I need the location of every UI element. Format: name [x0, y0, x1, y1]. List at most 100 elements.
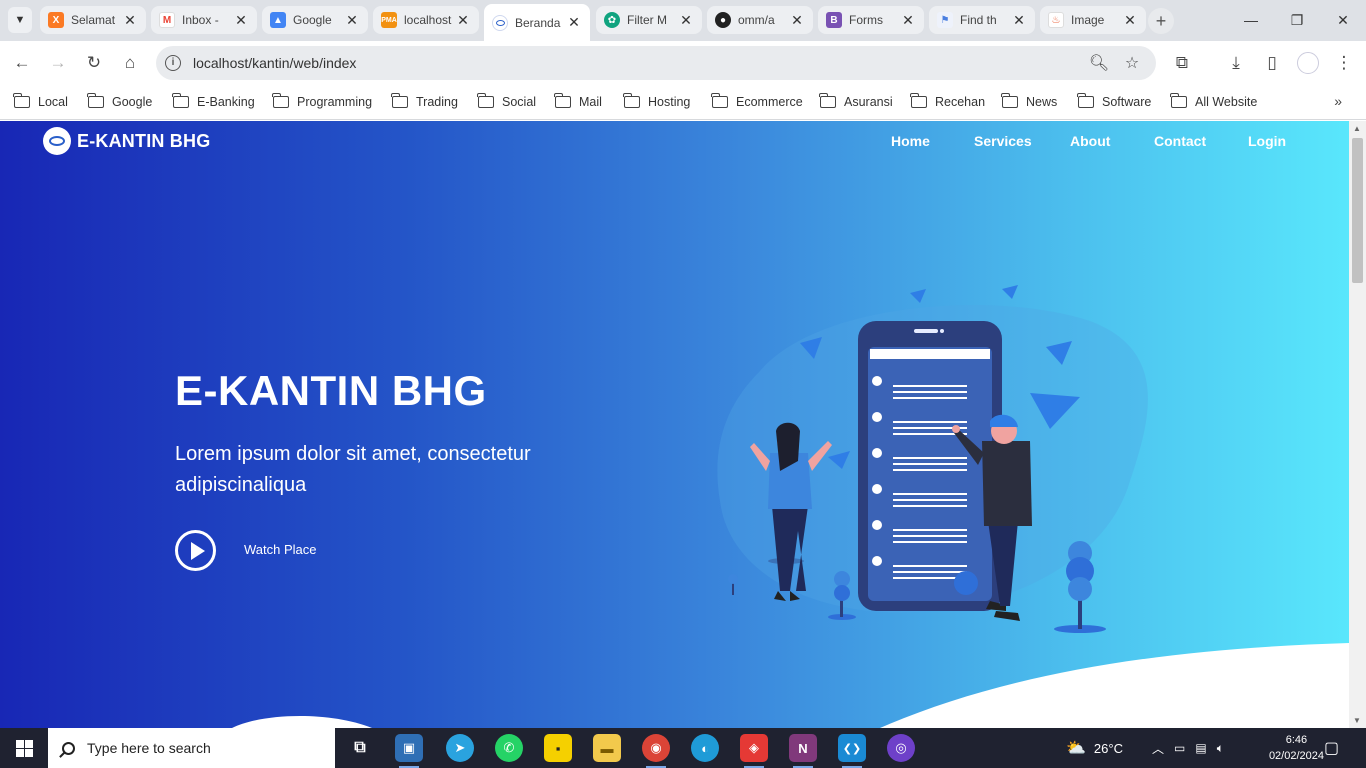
- bookmark-folder[interactable]: Ecommerce: [711, 93, 803, 111]
- new-tab-button[interactable]: +: [1148, 8, 1174, 34]
- folder-icon: [87, 93, 104, 108]
- meet-now-icon[interactable]: ▭: [1174, 741, 1185, 755]
- close-tab-icon[interactable]: ✕: [900, 12, 916, 29]
- minimize-icon[interactable]: —: [1228, 0, 1274, 40]
- forward-arrow-icon[interactable]: →: [44, 49, 72, 77]
- home-icon[interactable]: ⌂: [116, 49, 144, 77]
- nav-services[interactable]: Services: [974, 133, 1032, 149]
- bookmark-folder[interactable]: Google: [87, 93, 152, 111]
- folder-icon: [910, 93, 927, 108]
- download-icon[interactable]: ⤓: [1222, 49, 1250, 77]
- zoom-icon[interactable]: 🔍︎: [1088, 52, 1110, 74]
- close-tab-icon[interactable]: ✕: [1122, 12, 1138, 29]
- restore-icon[interactable]: ❐: [1274, 0, 1320, 40]
- flag-icon: ⚑: [937, 12, 953, 28]
- reload-icon[interactable]: ↻: [80, 49, 108, 77]
- system-tray[interactable]: ︿ ▭ ▤ 🔈︎: [1152, 728, 1224, 768]
- bookmark-folder[interactable]: Hosting: [623, 93, 690, 111]
- more-bookmarks-chevron-icon[interactable]: »: [1334, 93, 1342, 109]
- page-scrollbar[interactable]: ▲ ▼: [1349, 121, 1366, 728]
- whatsapp-icon[interactable]: ✆: [495, 734, 523, 762]
- bookmark-folder[interactable]: Recehan: [910, 93, 986, 111]
- bookmark-folder[interactable]: Asuransi: [819, 93, 893, 111]
- tab-filter[interactable]: ✿ Filter M ✕: [596, 6, 702, 34]
- close-tab-icon[interactable]: ✕: [122, 12, 138, 29]
- side-panel-icon[interactable]: ▯: [1258, 49, 1286, 77]
- file-explorer-icon[interactable]: ▬: [593, 734, 621, 762]
- scrollbar-thumb[interactable]: [1352, 138, 1363, 283]
- folder-icon: [172, 93, 189, 108]
- hero-illustration: [717, 285, 1148, 633]
- scroll-down-arrow-icon[interactable]: ▼: [1353, 716, 1361, 725]
- back-arrow-icon[interactable]: ←: [8, 49, 36, 77]
- search-placeholder: Type here to search: [87, 740, 211, 756]
- telegram-icon[interactable]: ➤: [446, 734, 474, 762]
- close-tab-icon[interactable]: ✕: [678, 12, 694, 29]
- chrome-icon[interactable]: ◉: [642, 734, 670, 768]
- close-tab-icon[interactable]: ✕: [566, 14, 582, 31]
- task-view-icon[interactable]: ⧉: [346, 734, 374, 762]
- bookmark-label: E-Banking: [197, 95, 255, 109]
- notification-icon[interactable]: ▢: [1324, 728, 1339, 768]
- tab-google[interactable]: ▲ Google ✕: [262, 6, 368, 34]
- tab-title: Filter M: [627, 13, 667, 27]
- vscode-icon[interactable]: ❮❯: [838, 734, 866, 768]
- tab-selamat[interactable]: X Selamat ✕: [40, 6, 146, 34]
- tab-inbox[interactable]: M Inbox - ✕: [151, 6, 257, 34]
- bookmark-folder[interactable]: Programming: [272, 93, 372, 111]
- onenote-icon[interactable]: N: [789, 734, 817, 768]
- weather-widget[interactable]: ⛅ 26°C: [1066, 728, 1123, 768]
- anydesk-icon[interactable]: ◈: [740, 734, 768, 768]
- address-bar[interactable]: i localhost/kantin/web/index 🔍︎ ☆: [156, 46, 1156, 80]
- nav-home[interactable]: Home: [891, 133, 930, 149]
- site-info-icon[interactable]: i: [165, 55, 181, 71]
- tab-github[interactable]: ● omm/a ✕: [707, 6, 813, 34]
- nav-about[interactable]: About: [1070, 133, 1110, 149]
- bookmark-label: All Website: [1195, 95, 1258, 109]
- url-text[interactable]: localhost/kantin/web/index: [193, 55, 356, 71]
- tab-title: Image: [1071, 13, 1105, 27]
- tab-find[interactable]: ⚑ Find th ✕: [929, 6, 1035, 34]
- extensions-icon[interactable]: ⧉: [1168, 49, 1196, 77]
- taskbar-clock[interactable]: 6:46 02/02/2024: [1269, 732, 1324, 764]
- show-hidden-icons-chevron-icon[interactable]: ︿: [1152, 740, 1164, 757]
- nav-login[interactable]: Login: [1248, 133, 1286, 149]
- bookmark-folder[interactable]: Software: [1077, 93, 1151, 111]
- bookmark-folder[interactable]: Trading: [391, 93, 458, 111]
- scroll-up-arrow-icon[interactable]: ▲: [1353, 124, 1361, 133]
- github-desktop-icon[interactable]: ◎: [887, 734, 915, 762]
- bookmark-label: Recehan: [935, 95, 986, 109]
- close-tab-icon[interactable]: ✕: [789, 12, 805, 29]
- tab-image[interactable]: ♨ Image ✕: [1040, 6, 1146, 34]
- taskbar-search-box[interactable]: Type here to search: [48, 728, 335, 768]
- gmail-icon: M: [159, 12, 175, 28]
- close-window-icon[interactable]: ✕: [1320, 0, 1366, 40]
- bookmark-folder[interactable]: News: [1001, 93, 1057, 111]
- nav-contact[interactable]: Contact: [1154, 133, 1206, 149]
- sticky-notes-icon[interactable]: ▪: [544, 734, 572, 762]
- watch-place-link[interactable]: Watch Place: [244, 542, 317, 557]
- bookmark-folder[interactable]: Social: [477, 93, 536, 111]
- menu-kebab-icon[interactable]: ⋮: [1330, 49, 1358, 77]
- tab-localhost[interactable]: PMA localhost ✕: [373, 6, 479, 34]
- tab-beranda[interactable]: Beranda ✕: [484, 4, 590, 41]
- volume-icon[interactable]: 🔈︎: [1217, 741, 1224, 756]
- network-icon[interactable]: ▤: [1195, 741, 1206, 755]
- close-tab-icon[interactable]: ✕: [1011, 12, 1027, 29]
- site-brand[interactable]: E-KANTIN BHG: [43, 127, 210, 155]
- play-button-icon[interactable]: [175, 530, 216, 571]
- bookmark-folder[interactable]: Mail: [554, 93, 602, 111]
- virtualbox-icon[interactable]: ▣: [395, 734, 423, 768]
- bookmark-folder[interactable]: All Website: [1170, 93, 1258, 111]
- close-tab-icon[interactable]: ✕: [455, 12, 471, 29]
- bookmark-star-icon[interactable]: ☆: [1121, 52, 1143, 74]
- start-button[interactable]: [0, 728, 48, 768]
- close-tab-icon[interactable]: ✕: [344, 12, 360, 29]
- tab-search-dropdown-icon[interactable]: ▼: [8, 7, 32, 33]
- bookmark-folder[interactable]: E-Banking: [172, 93, 255, 111]
- close-tab-icon[interactable]: ✕: [233, 12, 249, 29]
- edge-icon[interactable]: ◐: [691, 734, 719, 762]
- bookmark-folder[interactable]: Local: [13, 93, 68, 111]
- profile-avatar[interactable]: [1294, 49, 1322, 77]
- tab-forms[interactable]: B Forms ✕: [818, 6, 924, 34]
